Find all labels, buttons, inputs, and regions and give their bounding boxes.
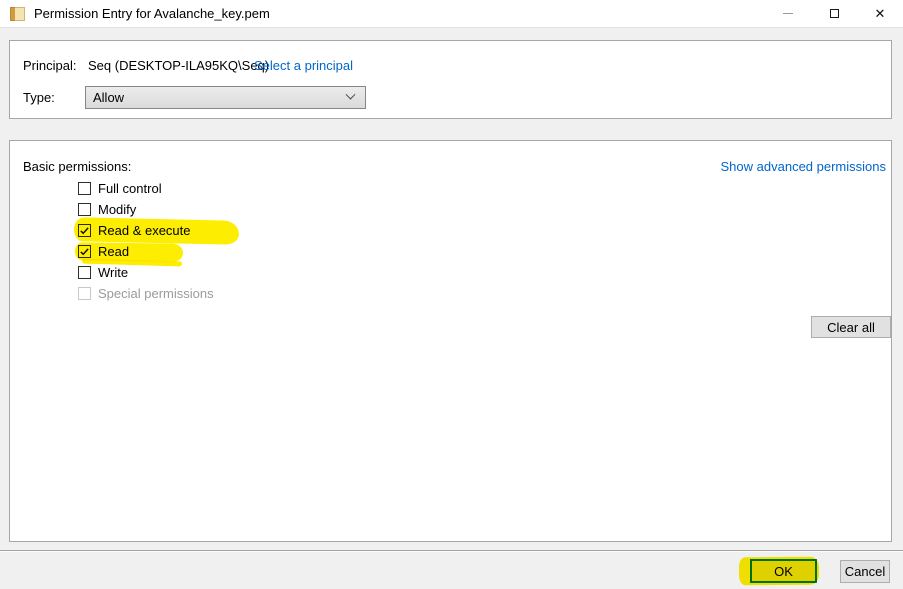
checkbox-label-special-permissions: Special permissions xyxy=(98,286,214,301)
basic-permissions-label: Basic permissions: xyxy=(23,159,131,174)
type-dropdown-value: Allow xyxy=(93,90,124,105)
principal-value: Seq (DESKTOP-ILA95KQ\Seq) xyxy=(88,58,269,73)
maximize-button[interactable] xyxy=(811,0,857,27)
minimize-icon xyxy=(783,13,793,14)
checkbox-write[interactable] xyxy=(78,266,91,279)
checkbox-label-modify: Modify xyxy=(98,202,136,217)
principal-label: Principal: xyxy=(23,58,76,73)
ok-button[interactable]: OK xyxy=(750,559,817,583)
cancel-button[interactable]: Cancel xyxy=(840,560,890,583)
show-advanced-permissions-link[interactable]: Show advanced permissions xyxy=(721,159,886,174)
select-principal-link[interactable]: Select a principal xyxy=(254,58,353,73)
clear-all-button[interactable]: Clear all xyxy=(811,316,891,338)
checkbox-modify[interactable] xyxy=(78,203,91,216)
checkbox-label-read-execute: Read & execute xyxy=(98,223,191,238)
checkbox-full-control[interactable] xyxy=(78,182,91,195)
checkbox-read[interactable] xyxy=(78,245,91,258)
checkbox-special-permissions xyxy=(78,287,91,300)
checkbox-label-full-control: Full control xyxy=(98,181,162,196)
permissions-list: Full control Modify Read & execute Read Writ… xyxy=(78,178,214,304)
close-button[interactable]: ✕ xyxy=(857,0,903,27)
maximize-icon xyxy=(830,9,839,18)
type-label: Type: xyxy=(23,90,55,105)
close-icon: ✕ xyxy=(875,7,886,20)
minimize-button[interactable] xyxy=(765,0,811,27)
checkbox-read-execute[interactable] xyxy=(78,224,91,237)
permission-row-full-control[interactable]: Full control xyxy=(78,178,214,199)
principal-panel: Principal: Seq (DESKTOP-ILA95KQ\Seq) Sel… xyxy=(9,40,892,119)
permission-row-write[interactable]: Write xyxy=(78,262,214,283)
footer-divider xyxy=(0,550,903,551)
title-bar: Permission Entry for Avalanche_key.pem ✕ xyxy=(0,0,903,28)
checkbox-label-write: Write xyxy=(98,265,128,280)
chevron-down-icon xyxy=(346,90,356,100)
checkbox-label-read: Read xyxy=(98,244,129,259)
permission-row-special-permissions[interactable]: Special permissions xyxy=(78,283,214,304)
type-dropdown[interactable]: Allow xyxy=(85,86,366,109)
window-controls: ✕ xyxy=(765,0,903,27)
app-icon xyxy=(10,7,25,21)
permission-row-read-execute[interactable]: Read & execute xyxy=(78,220,214,241)
permission-row-read[interactable]: Read xyxy=(78,241,214,262)
permissions-panel: Basic permissions: Show advanced permiss… xyxy=(9,140,892,542)
permission-row-modify[interactable]: Modify xyxy=(78,199,214,220)
window-title: Permission Entry for Avalanche_key.pem xyxy=(34,6,270,21)
